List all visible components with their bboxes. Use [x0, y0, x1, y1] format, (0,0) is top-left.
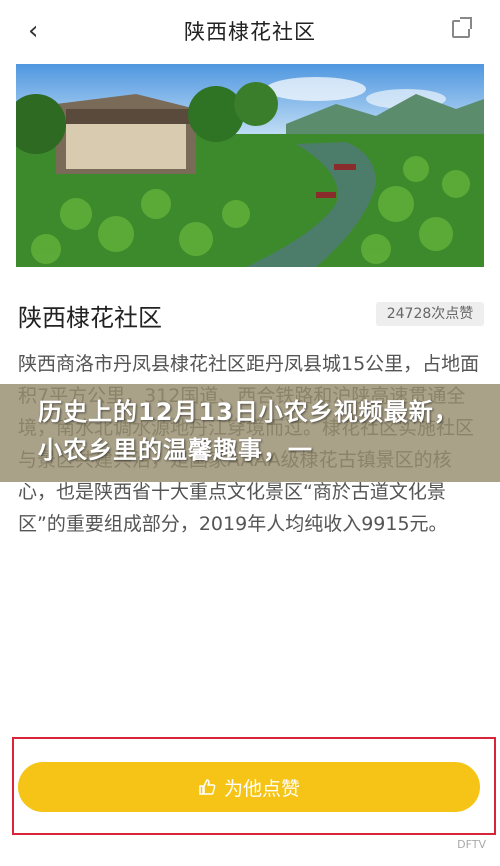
- like-button[interactable]: 为他点赞: [18, 762, 480, 812]
- like-button-label: 为他点赞: [223, 777, 300, 800]
- back-arrow-icon[interactable]: ‹: [28, 16, 38, 46]
- share-icon[interactable]: [452, 17, 472, 38]
- community-title: 陕西棣花社区: [18, 304, 162, 332]
- watermark: DFTV: [457, 838, 486, 851]
- page-title: 陕西棣花社区: [184, 20, 316, 44]
- top-bar: ‹ 陕西棣花社区: [0, 0, 500, 62]
- headline-text: 历史上的12月13日小农乡视频最新，小农乡里的温馨趣事，一: [38, 398, 459, 464]
- thumbs-up-icon: [199, 779, 216, 795]
- hero-image: [16, 64, 484, 267]
- like-count-badge: 24728次点赞: [376, 302, 484, 326]
